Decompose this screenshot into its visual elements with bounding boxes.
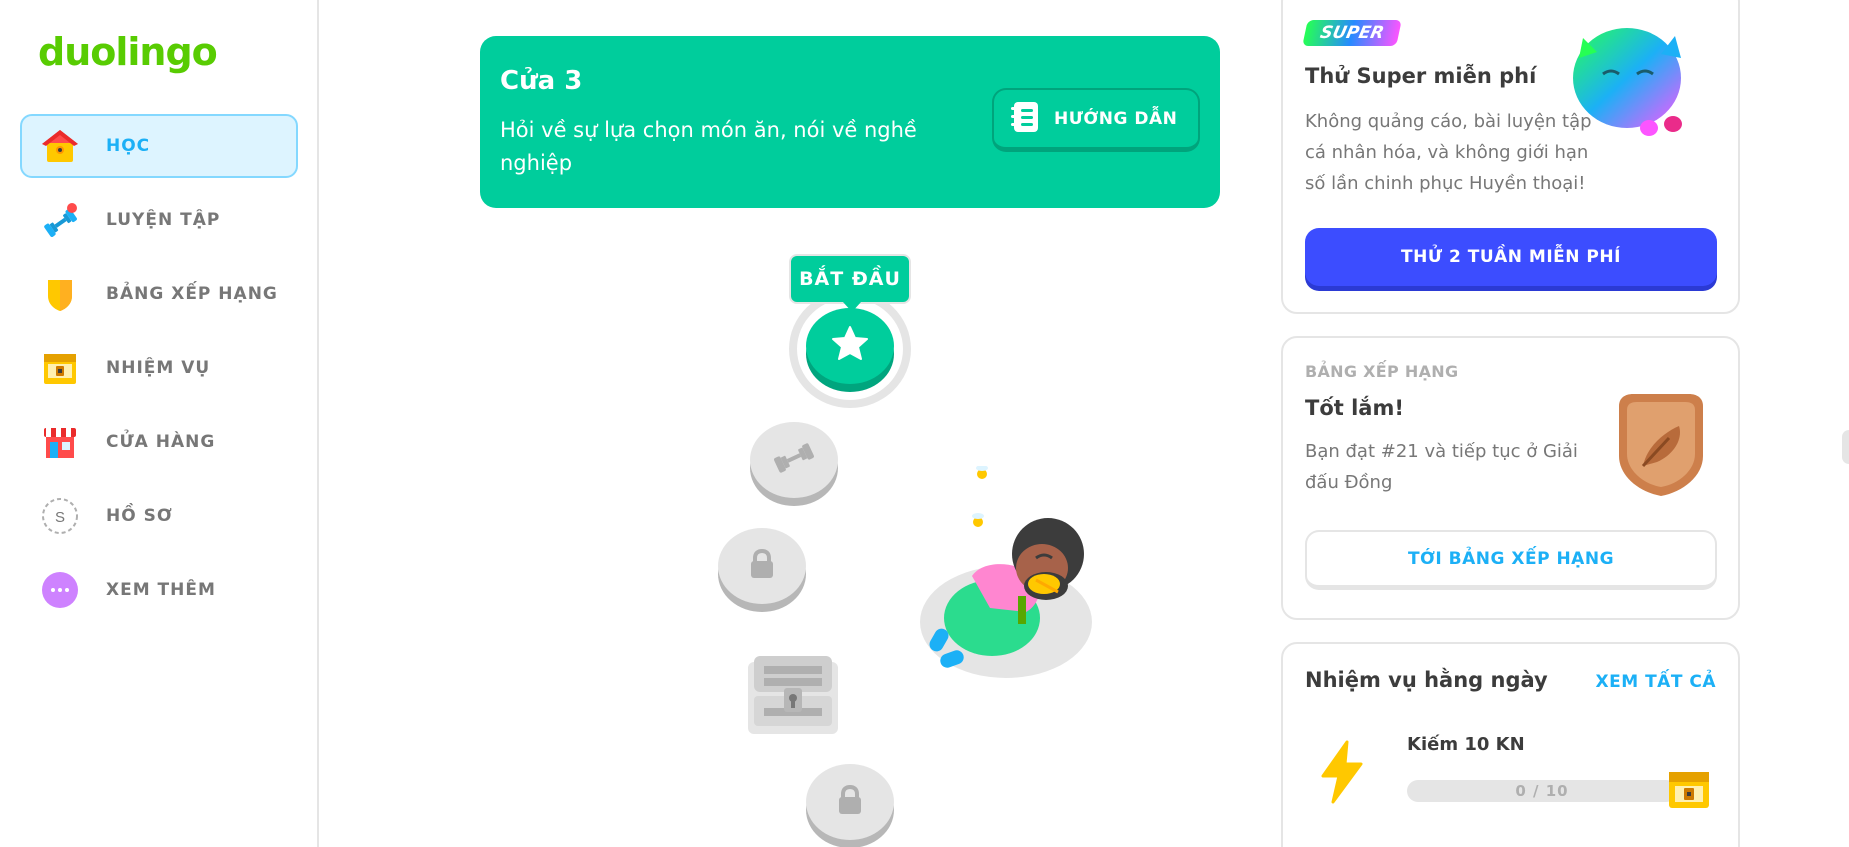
profile-initial: S [55, 509, 65, 526]
sidebar-item-label: BẢNG XẾP HẠNG [106, 284, 278, 304]
sidebar-item-label: LUYỆN TẬP [106, 210, 221, 230]
lesson-node-locked-1[interactable] [718, 528, 806, 604]
lesson-node-locked-2[interactable] [806, 764, 894, 840]
unit-banner: Cửa 3 Hỏi về sự lựa chọn món ăn, nói về … [480, 36, 1220, 208]
guidebook-button[interactable]: HƯỚNG DẪN [992, 88, 1200, 152]
super-promo-card: SUPER Thử Super miễn phí Không quảng cáo… [1281, 0, 1740, 314]
view-all-link[interactable]: XEM TẤT CẢ [1596, 672, 1716, 692]
lock-icon [747, 548, 777, 584]
lesson-node-start[interactable] [806, 308, 894, 384]
duolingo-logo[interactable]: duolingo [38, 30, 218, 74]
lock-icon [835, 784, 865, 820]
super-badge: SUPER [1302, 20, 1402, 46]
sidebar-item-more[interactable]: XEM THÊM [20, 558, 298, 622]
quest-progress-bar: 0 / 10 [1407, 780, 1677, 802]
treasure-chest-icon [40, 348, 80, 388]
go-to-leaderboard-button[interactable]: TỚI BẢNG XẾP HẠNG [1305, 530, 1717, 590]
sidebar-item-leaderboard[interactable]: BẢNG XẾP HẠNG [20, 262, 298, 326]
sidebar-item-practice[interactable]: LUYỆN TẬP [20, 188, 298, 252]
unit-title: Cửa 3 [500, 66, 583, 96]
daily-quests-card: Nhiệm vụ hằng ngày XEM TẤT CẢ Kiếm 10 KN… [1281, 642, 1740, 847]
super-mascot-illustration [1563, 24, 1695, 144]
dumbbell-icon [40, 200, 80, 240]
page-scroll-handle[interactable] [1842, 430, 1849, 464]
leaderboard-card-title: Tốt lắm! [1305, 396, 1404, 420]
home-icon [40, 126, 80, 166]
sidebar-item-label: XEM THÊM [106, 580, 216, 600]
quest-progress-text: 0 / 10 [1515, 782, 1569, 800]
app-root: duolingo HỌC LUYỆN TẬP BẢNG XẾP HẠNG NHI… [0, 0, 1849, 847]
star-lesson-icon [830, 324, 870, 368]
shop-icon [40, 422, 80, 462]
treasure-chest-locked[interactable] [742, 652, 844, 740]
more-dots-icon [40, 570, 80, 610]
quest-label: Kiếm 10 KN [1407, 734, 1525, 755]
sidebar-item-label: CỬA HÀNG [106, 432, 216, 452]
lesson-node-practice[interactable] [750, 422, 838, 498]
profile-avatar-icon: S [40, 496, 80, 536]
practice-dumbbell-icon [771, 438, 817, 482]
daily-quests-title: Nhiệm vụ hằng ngày [1305, 668, 1548, 692]
shield-icon [40, 274, 80, 314]
free-trial-button[interactable]: THỬ 2 TUẦN MIỄN PHÍ [1305, 228, 1717, 286]
sleeping-character-illustration [918, 465, 1096, 688]
bronze-league-badge-icon [1613, 392, 1709, 498]
sidebar-item-label: HỌC [106, 136, 151, 156]
start-tooltip[interactable]: BẮT ĐẦU [789, 254, 911, 312]
sidebar-nav: HỌC LUYỆN TẬP BẢNG XẾP HẠNG NHIỆM VỤ CỬA… [20, 114, 298, 632]
leaderboard-card-heading: BẢNG XẾP HẠNG [1305, 362, 1459, 381]
sidebar: duolingo HỌC LUYỆN TẬP BẢNG XẾP HẠNG NHI… [0, 0, 319, 847]
quest-reward-chest-icon [1667, 768, 1711, 816]
sidebar-item-profile[interactable]: S HỒ SƠ [20, 484, 298, 548]
leaderboard-card: BẢNG XẾP HẠNG Tốt lắm! Bạn đạt #21 và ti… [1281, 336, 1740, 620]
leaderboard-card-description: Bạn đạt #21 và tiếp tục ở Giải đấu Đồng [1305, 441, 1578, 493]
treasure-chest-icon [742, 656, 844, 744]
super-card-description: Không quảng cáo, bài luyện tập cá nhân h… [1305, 111, 1592, 194]
unit-subtitle: Hỏi về sự lựa chọn món ăn, nói về nghề n… [500, 118, 917, 175]
sidebar-item-learn[interactable]: HỌC [20, 114, 298, 178]
sidebar-item-label: HỒ SƠ [106, 506, 173, 526]
lightning-bolt-icon [1317, 740, 1367, 808]
sidebar-item-label: NHIỆM VỤ [106, 358, 211, 378]
sidebar-item-quests[interactable]: NHIỆM VỤ [20, 336, 298, 400]
guidebook-button-label: HƯỚNG DẪN [1054, 108, 1178, 129]
notebook-icon [1010, 100, 1042, 138]
super-card-title: Thử Super miễn phí [1305, 64, 1537, 88]
sidebar-item-shop[interactable]: CỬA HÀNG [20, 410, 298, 474]
